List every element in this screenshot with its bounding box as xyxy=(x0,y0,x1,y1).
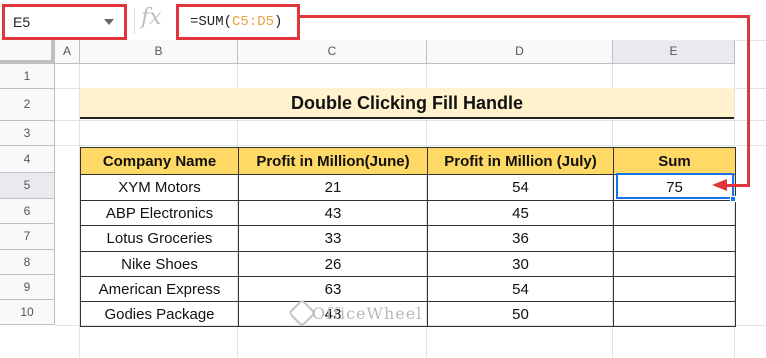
formula-bar-divider xyxy=(134,8,135,34)
column-header-b[interactable]: B xyxy=(80,40,238,64)
column-header-e[interactable]: E xyxy=(613,40,735,64)
fx-icon: fx xyxy=(141,5,162,30)
cell-july[interactable]: 50 xyxy=(427,301,614,327)
row-header-9[interactable]: 9 xyxy=(0,275,55,300)
cell-sum[interactable] xyxy=(613,200,736,226)
cell-july[interactable]: 30 xyxy=(427,251,614,277)
grid-line xyxy=(55,120,766,121)
header-profit-july[interactable]: Profit in Million (July) xyxy=(427,147,614,175)
cell-june[interactable]: 63 xyxy=(238,276,428,302)
cell-sum[interactable] xyxy=(613,276,736,302)
grid-line xyxy=(55,145,766,146)
cell-july[interactable]: 54 xyxy=(427,174,614,201)
cell-june[interactable]: 26 xyxy=(238,251,428,277)
cell-sum[interactable] xyxy=(613,251,736,277)
header-company-name[interactable]: Company Name xyxy=(80,147,239,175)
cell-company[interactable]: ABP Electronics xyxy=(80,200,239,226)
formula-range-ref: C5:D5 xyxy=(232,14,275,30)
cell-june[interactable]: 43 xyxy=(238,200,428,226)
table-header-row: Company Name Profit in Million(June) Pro… xyxy=(80,147,736,175)
formula-suffix: ) xyxy=(274,14,283,30)
chevron-down-icon[interactable] xyxy=(104,19,114,25)
column-header-d[interactable]: D xyxy=(427,40,613,64)
row-header-6[interactable]: 6 xyxy=(0,199,55,224)
cell-june[interactable]: 33 xyxy=(238,225,428,252)
cell-july[interactable]: 36 xyxy=(427,225,614,252)
table-row: ABP Electronics 43 45 xyxy=(80,200,736,226)
annotation-arrow-line xyxy=(300,15,749,18)
column-header-c[interactable]: C xyxy=(238,40,427,64)
formula-input[interactable]: =SUM(C5:D5) xyxy=(176,4,300,40)
header-sum[interactable]: Sum xyxy=(613,147,736,175)
row-header-5[interactable]: 5 xyxy=(0,173,55,199)
cell-sum[interactable] xyxy=(613,301,736,327)
table-row: Lotus Groceries 33 36 xyxy=(80,225,736,252)
annotation-arrow-line xyxy=(726,184,750,187)
formula-prefix: =SUM( xyxy=(190,14,233,30)
cell-july[interactable]: 45 xyxy=(427,200,614,226)
row-header-4[interactable]: 4 xyxy=(0,146,55,173)
row-header-8[interactable]: 8 xyxy=(0,250,55,275)
name-box-value: E5 xyxy=(13,14,31,30)
row-header-10[interactable]: 10 xyxy=(0,300,55,325)
cell-company[interactable]: Nike Shoes xyxy=(80,251,239,277)
column-header-a[interactable]: A xyxy=(55,40,80,64)
fill-handle[interactable] xyxy=(730,196,736,202)
cell-company[interactable]: Lotus Groceries xyxy=(80,225,239,252)
cell-company[interactable]: American Express xyxy=(80,276,239,302)
watermark: OfficeWheel xyxy=(312,304,423,323)
cell-june[interactable]: 21 xyxy=(238,174,428,201)
cell-company[interactable]: Godies Package xyxy=(80,301,239,327)
table-row: American Express 63 54 xyxy=(80,276,736,302)
cell-july[interactable]: 54 xyxy=(427,276,614,302)
annotation-arrow-line xyxy=(747,15,750,187)
header-profit-june[interactable]: Profit in Million(June) xyxy=(238,147,428,175)
row-header-3[interactable]: 3 xyxy=(0,121,55,146)
cell-sum[interactable] xyxy=(613,225,736,252)
name-box[interactable]: E5 xyxy=(2,4,127,40)
table-row: Nike Shoes 26 30 xyxy=(80,251,736,277)
arrow-head-icon xyxy=(712,179,727,191)
sheet-title: Double Clicking Fill Handle xyxy=(80,88,734,119)
cell-company[interactable]: XYM Motors xyxy=(80,174,239,201)
row-header-1[interactable]: 1 xyxy=(0,64,55,89)
row-header-7[interactable]: 7 xyxy=(0,224,55,250)
row-header-2[interactable]: 2 xyxy=(0,89,55,121)
